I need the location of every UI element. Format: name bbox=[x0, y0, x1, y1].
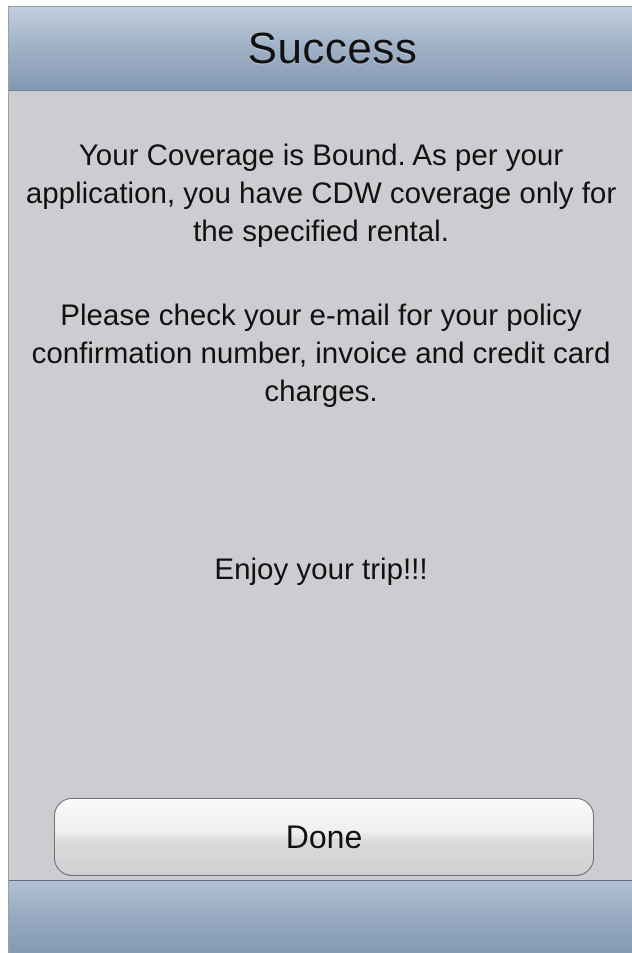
coverage-bound-message: Your Coverage is Bound. As per your appl… bbox=[25, 139, 617, 248]
email-check-message: Please check your e-mail for your policy… bbox=[31, 299, 611, 408]
app-screen: Success Your Coverage is Bound. As per y… bbox=[8, 6, 632, 953]
enjoy-trip-message: Enjoy your trip!!! bbox=[214, 553, 428, 586]
done-button-label: Done bbox=[285, 818, 363, 855]
bottom-toolbar bbox=[9, 880, 632, 953]
navigation-bar: Success bbox=[9, 7, 632, 91]
page-title: Success bbox=[247, 23, 418, 73]
done-button[interactable]: Done bbox=[54, 798, 594, 876]
